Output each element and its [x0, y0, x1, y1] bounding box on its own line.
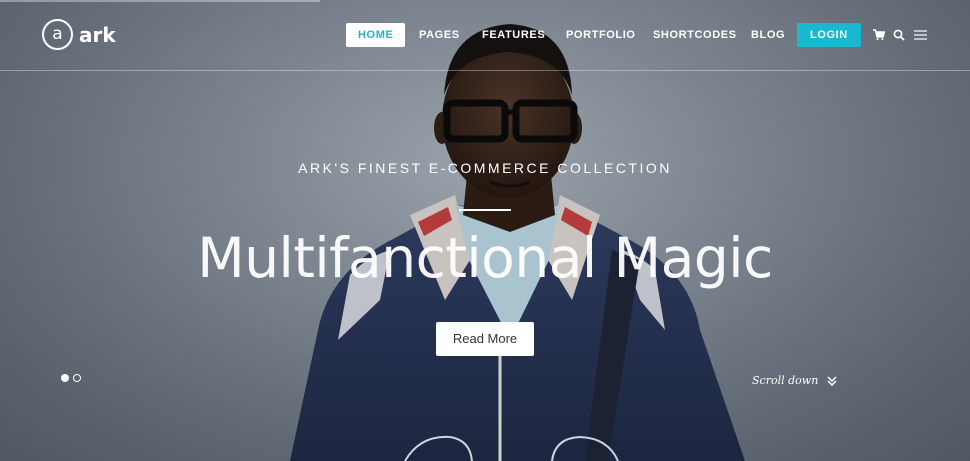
slider-dot-2[interactable]	[73, 374, 81, 382]
nav-item-pages[interactable]: PAGES	[419, 23, 460, 47]
login-button[interactable]: LOGIN	[797, 23, 861, 47]
scroll-down-label: Scroll down	[752, 374, 819, 387]
nav-item-shortcodes[interactable]: SHORTCODES	[653, 23, 737, 47]
nav-item-features[interactable]: FEATURES	[482, 23, 545, 47]
scroll-down-link[interactable]: Scroll down	[752, 374, 837, 387]
hero-slider: a ark HOME PAGES FEATURES PORTFOLIO SHOR…	[0, 0, 970, 461]
menu-icon[interactable]	[914, 29, 927, 41]
nav-item-blog[interactable]: BLOG	[751, 23, 785, 47]
nav-item-portfolio[interactable]: PORTFOLIO	[566, 23, 636, 47]
main-nav: HOME PAGES FEATURES PORTFOLIO SHORTCODES…	[0, 23, 970, 47]
read-more-button[interactable]: Read More	[436, 322, 534, 356]
cart-icon[interactable]	[873, 29, 885, 41]
hero-headline: Multifanctional Magic	[197, 226, 773, 290]
double-chevron-down-icon	[827, 375, 837, 386]
nav-item-home[interactable]: HOME	[346, 23, 406, 47]
hero-divider	[459, 209, 511, 211]
slider-pagination	[61, 374, 85, 382]
search-icon[interactable]	[893, 29, 905, 41]
slider-dot-1[interactable]	[61, 374, 69, 382]
site-header: a ark HOME PAGES FEATURES PORTFOLIO SHOR…	[0, 0, 970, 71]
hero-subtitle: ARK'S FINEST E-COMMERCE COLLECTION	[298, 160, 672, 176]
